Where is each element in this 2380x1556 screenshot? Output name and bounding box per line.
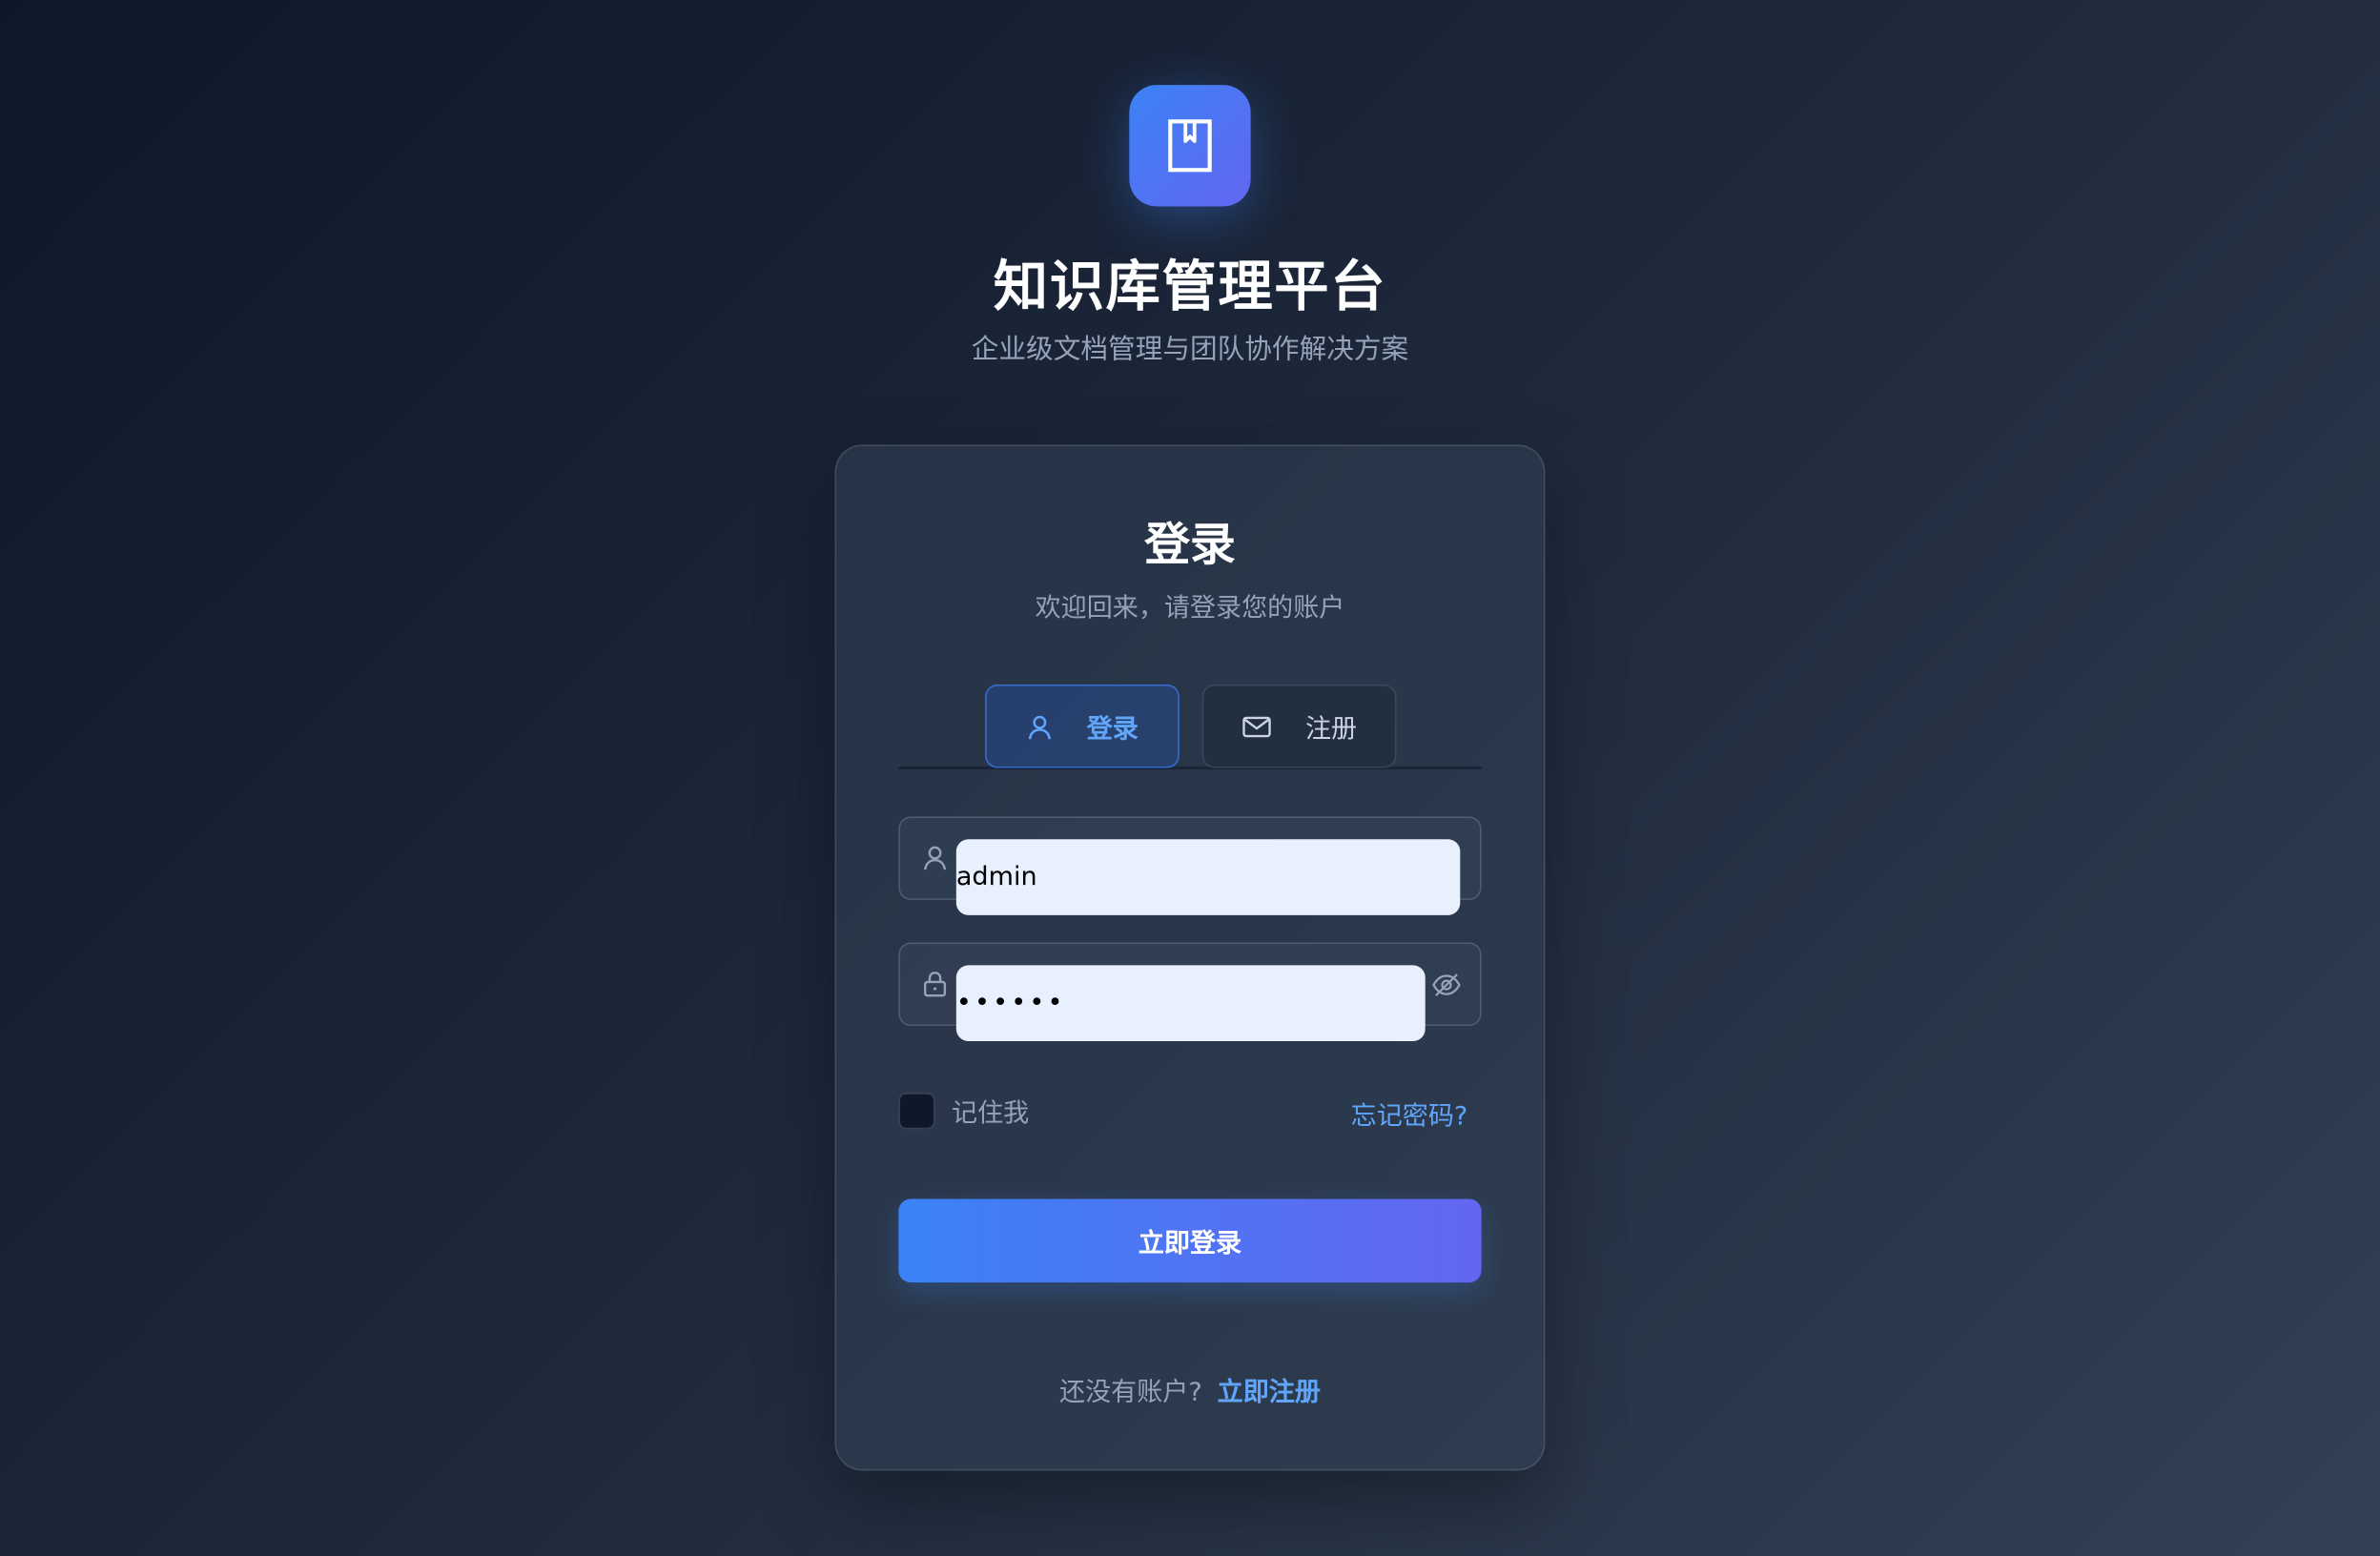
username-input[interactable] — [955, 839, 1461, 915]
app-logo — [1129, 85, 1251, 207]
tab-login-label: 登录 — [1086, 714, 1139, 746]
lock-icon — [924, 972, 947, 997]
tab-register[interactable]: 注册 — [1201, 684, 1397, 768]
tabs-divider — [898, 766, 1482, 770]
user-icon — [1028, 714, 1051, 739]
remember-me[interactable]: 记住我 — [898, 1092, 1030, 1130]
app-subtitle: 企业级文档管理与团队协作解决方案 — [971, 334, 1409, 366]
login-card: 登录 欢迎回来，请登录您的账户 登录 注册 admin •••••• 记住我 忘… — [834, 444, 1546, 1471]
mail-icon — [1242, 715, 1271, 737]
book-bookmark-icon — [1168, 119, 1212, 173]
password-input[interactable] — [955, 965, 1426, 1041]
app-title: 知识库管理平台 — [993, 256, 1387, 319]
username-field — [898, 816, 1482, 915]
tab-register-label: 注册 — [1304, 714, 1358, 746]
remember-checkbox[interactable] — [898, 1092, 935, 1129]
card-subtitle: 欢迎回来，请登录您的账户 — [1035, 593, 1345, 624]
login-submit-button[interactable]: 立即登录 — [898, 1198, 1482, 1283]
remember-label: 记住我 — [952, 1098, 1030, 1130]
tab-login[interactable]: 登录 — [985, 684, 1180, 768]
password-field — [898, 942, 1482, 1041]
register-link[interactable]: 立即注册 — [1218, 1378, 1321, 1408]
eye-off-icon[interactable] — [1431, 972, 1462, 999]
register-question: 还没有账户? — [1059, 1378, 1202, 1409]
card-title: 登录 — [1144, 519, 1236, 573]
forgot-password-link[interactable]: 忘记密码? — [1351, 1095, 1468, 1133]
register-prompt: 还没有账户? 立即注册 — [836, 1370, 1544, 1408]
user-icon — [924, 846, 947, 870]
